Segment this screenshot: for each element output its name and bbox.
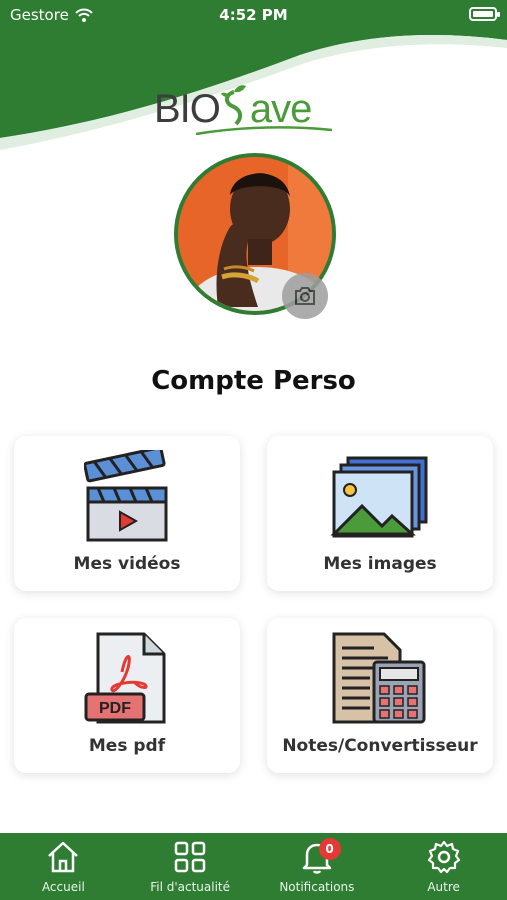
tab-fil-actualite[interactable]: Fil d'actualité bbox=[127, 833, 254, 900]
card-videos-label: Mes vidéos bbox=[73, 554, 181, 574]
card-images[interactable]: Mes images bbox=[267, 436, 493, 591]
tab-notifications[interactable]: 0 Notifications bbox=[254, 833, 381, 900]
tab-accueil-label: Accueil bbox=[41, 880, 85, 894]
tab-accueil[interactable]: Accueil bbox=[0, 833, 127, 900]
tab-autre-label: Autre bbox=[427, 880, 460, 894]
card-pdf[interactable]: PDF Mes pdf bbox=[14, 618, 240, 773]
header: Gestore 4:52 PM BIO ave bbox=[0, 0, 507, 160]
grid-icon bbox=[174, 841, 206, 873]
profile-avatar[interactable] bbox=[174, 153, 336, 319]
gear-icon bbox=[427, 840, 460, 874]
images-icon bbox=[267, 450, 493, 542]
pdf-file-icon: PDF bbox=[14, 632, 240, 724]
card-notes-converter[interactable]: Notes/Convertisseur bbox=[267, 618, 493, 773]
card-images-label: Mes images bbox=[323, 554, 437, 574]
tab-fil-label: Fil d'actualité bbox=[150, 880, 231, 894]
clapperboard-icon bbox=[14, 450, 240, 542]
app-logo: BIO ave bbox=[154, 68, 354, 140]
tab-notifications-label: Notifications bbox=[279, 880, 355, 894]
status-bar: Gestore 4:52 PM bbox=[0, 0, 507, 30]
svg-text:PDF: PDF bbox=[99, 700, 131, 717]
battery-icon bbox=[469, 7, 500, 21]
camera-glyph bbox=[295, 287, 315, 305]
tab-autre[interactable]: Autre bbox=[380, 833, 507, 900]
calculator-notes-icon bbox=[267, 632, 493, 724]
logo-swoosh bbox=[195, 126, 333, 136]
home-icon bbox=[48, 841, 79, 873]
status-time: 4:52 PM bbox=[219, 6, 288, 24]
tab-bar: Accueil Fil d'actualité 0 Notifications … bbox=[0, 833, 507, 900]
page-title: Compte Perso bbox=[151, 366, 356, 396]
camera-icon[interactable] bbox=[282, 273, 328, 319]
notification-badge: 0 bbox=[318, 838, 341, 860]
card-videos[interactable]: Mes vidéos bbox=[14, 436, 240, 591]
card-pdf-label: Mes pdf bbox=[88, 736, 166, 756]
battery-fill bbox=[473, 11, 493, 17]
card-notes-label: Notes/Convertisseur bbox=[282, 736, 478, 756]
